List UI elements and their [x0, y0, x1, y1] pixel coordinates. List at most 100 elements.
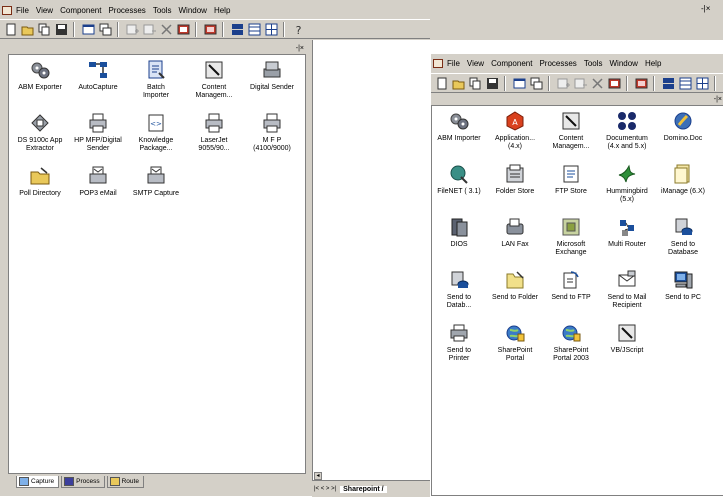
fax-icon: [504, 216, 526, 238]
component-item[interactable]: FileNET ( 3.1): [432, 163, 486, 216]
copy-icon[interactable]: [468, 76, 482, 90]
menu-view[interactable]: View: [36, 6, 53, 15]
run-icon[interactable]: [203, 22, 217, 36]
properties-icon[interactable]: [176, 22, 190, 36]
component-item[interactable]: SMTP Capture: [127, 165, 185, 218]
menu-processes[interactable]: Processes: [539, 59, 576, 68]
component-item[interactable]: DS 9100c App Extractor: [11, 112, 69, 165]
component-item[interactable]: LAN Fax: [488, 216, 542, 269]
component-item[interactable]: Send to Database: [656, 216, 710, 269]
panel-close-button[interactable]: -|×: [706, 96, 722, 104]
app-icon[interactable]: [433, 58, 443, 68]
component-item[interactable]: Send to FTP: [544, 269, 598, 322]
component-item[interactable]: Send to Printer: [432, 322, 486, 375]
component-item[interactable]: Send to Datab...: [432, 269, 486, 322]
menu-view[interactable]: View: [467, 59, 484, 68]
copy-icon[interactable]: [37, 22, 51, 36]
tile-vertical-icon[interactable]: [247, 22, 261, 36]
component-item[interactable]: M F P (4100/9000): [243, 112, 301, 165]
tile-grid-icon[interactable]: [264, 22, 278, 36]
component-item[interactable]: POP3 eMail: [69, 165, 127, 218]
component-item[interactable]: Hummingbird (5.x): [600, 163, 654, 216]
delete-icon[interactable]: [159, 22, 173, 36]
tile-horizontal-icon[interactable]: [661, 76, 675, 90]
component-label: Batch Importer: [142, 84, 170, 99]
component-item[interactable]: AutoCapture: [69, 59, 127, 112]
add-icon[interactable]: [556, 76, 570, 90]
component-item[interactable]: Content Managem...: [185, 59, 243, 112]
window-controls[interactable]: -|×: [701, 4, 710, 13]
menu-file[interactable]: File: [16, 6, 29, 15]
window-icon[interactable]: [81, 22, 95, 36]
component-item[interactable]: Folder Store: [488, 163, 542, 216]
menu-tools[interactable]: Tools: [584, 59, 603, 68]
menu-component[interactable]: Component: [491, 59, 532, 68]
remove-icon[interactable]: [142, 22, 156, 36]
component-item[interactable]: SharePoint Portal: [488, 322, 542, 375]
component-item[interactable]: SharePoint Portal 2003: [544, 322, 598, 375]
component-item[interactable]: Domino.Doc: [656, 110, 710, 163]
tab-route[interactable]: Route: [106, 476, 144, 488]
run-icon[interactable]: [634, 76, 648, 90]
component-item[interactable]: HP MFP/Digital Sender: [69, 112, 127, 165]
tab-process[interactable]: Process: [61, 476, 105, 488]
open-icon[interactable]: [20, 22, 34, 36]
tab-capture[interactable]: Capture: [16, 476, 60, 488]
menu-window[interactable]: Window: [179, 6, 207, 15]
tile-vertical-icon[interactable]: [678, 76, 692, 90]
menu-processes[interactable]: Processes: [108, 6, 145, 15]
add-icon[interactable]: [125, 22, 139, 36]
menu-tools[interactable]: Tools: [153, 6, 172, 15]
component-item[interactable]: DIOS: [432, 216, 486, 269]
component-item[interactable]: A Application... (4.x): [488, 110, 542, 163]
component-item[interactable]: ABM Exporter: [11, 59, 69, 112]
window-icon[interactable]: [512, 76, 526, 90]
component-item[interactable]: Digital Sender: [243, 59, 301, 112]
sheet-tab-sharepoint[interactable]: Sharepoint /: [340, 485, 387, 493]
component-item[interactable]: Content Managem...: [544, 110, 598, 163]
windows-icon[interactable]: [98, 22, 112, 36]
windows-icon[interactable]: [529, 76, 543, 90]
svg-text:<>: <>: [150, 120, 162, 128]
menu-file[interactable]: File: [447, 59, 460, 68]
remove-icon[interactable]: [573, 76, 587, 90]
component-item[interactable]: Send to PC: [656, 269, 710, 322]
component-item[interactable]: <> Knowledge Package...: [127, 112, 185, 165]
component-label: SMTP Capture: [132, 190, 180, 197]
component-item[interactable]: FTP Store: [544, 163, 598, 216]
component-item[interactable]: Send to Folder: [488, 269, 542, 322]
save-icon[interactable]: [485, 76, 499, 90]
save-icon[interactable]: [54, 22, 68, 36]
component-item[interactable]: iManage (6.X): [656, 163, 710, 216]
new-icon[interactable]: [3, 22, 17, 36]
component-item[interactable]: Documentum (4.x and 5.x): [600, 110, 654, 163]
component-label: Application... (4.x): [494, 135, 536, 150]
scroll-arrows[interactable]: |< < > >|: [314, 486, 336, 492]
menu-component[interactable]: Component: [60, 6, 101, 15]
menu-help[interactable]: Help: [214, 6, 230, 15]
component-item[interactable]: ABM Importer: [432, 110, 486, 163]
component-item[interactable]: VB/JScript: [600, 322, 654, 375]
open-icon[interactable]: [451, 76, 465, 90]
tile-horizontal-icon[interactable]: [230, 22, 244, 36]
component-item[interactable]: Multi Router: [600, 216, 654, 269]
component-label: ABM Importer: [437, 135, 481, 142]
component-item[interactable]: LaserJet 9055/90...: [185, 112, 243, 165]
tile-grid-icon[interactable]: [695, 76, 709, 90]
scroll-handle[interactable]: ◂: [314, 472, 322, 480]
component-item[interactable]: Microsoft Exchange: [544, 216, 598, 269]
menu-window[interactable]: Window: [610, 59, 638, 68]
component-label: FileNET ( 3.1): [437, 188, 481, 195]
menu-help[interactable]: Help: [645, 59, 661, 68]
new-icon[interactable]: [434, 76, 448, 90]
component-item[interactable]: Batch Importer: [127, 59, 185, 112]
app-icon[interactable]: [2, 5, 12, 15]
help-icon[interactable]: ?: [291, 22, 305, 36]
delete-icon[interactable]: [590, 76, 604, 90]
component-label: Send to FTP: [551, 294, 591, 301]
tab-label: Process: [76, 478, 100, 485]
properties-icon[interactable]: [607, 76, 621, 90]
component-item[interactable]: Send to Mail Recipient: [600, 269, 654, 322]
panel-close-button[interactable]: -|×: [288, 45, 304, 53]
component-item[interactable]: Poll Directory: [11, 165, 69, 218]
